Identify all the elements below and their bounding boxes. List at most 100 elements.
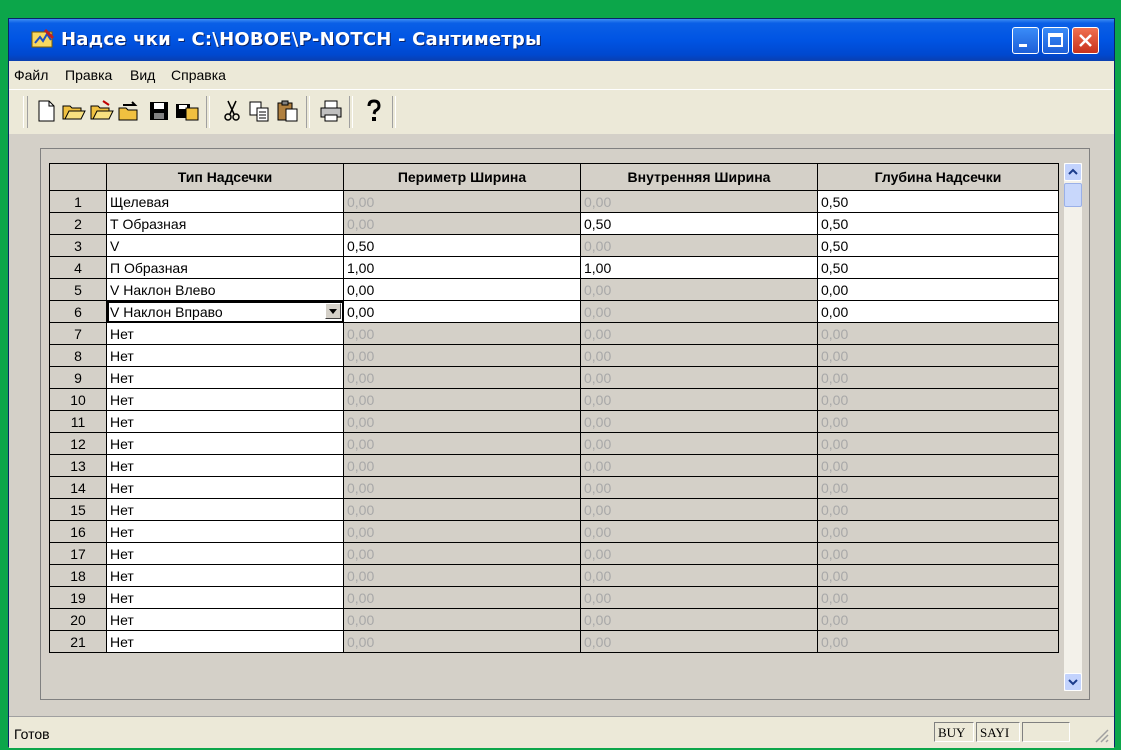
row-number[interactable]: 14: [49, 476, 107, 499]
row-number[interactable]: 10: [49, 388, 107, 411]
copy-icon[interactable]: [247, 98, 273, 124]
row-number[interactable]: 16: [49, 520, 107, 543]
menu-file[interactable]: Файл: [14, 67, 48, 83]
column-header-notch-depth[interactable]: Глубина Надсечки: [817, 163, 1059, 191]
cell-notch-type[interactable]: Нет: [106, 432, 344, 455]
cell-notch-type[interactable]: Нет: [106, 498, 344, 521]
row-number[interactable]: 19: [49, 586, 107, 609]
open-alt-icon[interactable]: [89, 98, 115, 124]
table-row[interactable]: 15 Нет 0,00 0,00 0,00: [49, 498, 1059, 521]
row-number[interactable]: 5: [49, 278, 107, 301]
cell-inner-width[interactable]: 0,50: [580, 212, 818, 235]
row-number[interactable]: 17: [49, 542, 107, 565]
cell-notch-type[interactable]: Нет: [106, 586, 344, 609]
row-number[interactable]: 18: [49, 564, 107, 587]
title-bar[interactable]: Надсе чки - С:\НОВОЕ\Р-NOTCH - Сантиметр…: [9, 19, 1114, 61]
row-number[interactable]: 13: [49, 454, 107, 477]
table-row[interactable]: 5V Наклон Влево 0,00 0,00 0,00: [49, 278, 1059, 301]
cut-icon[interactable]: [219, 98, 245, 124]
row-number[interactable]: 21: [49, 630, 107, 653]
cell-notch-depth[interactable]: 0,00: [817, 300, 1059, 323]
table-row[interactable]: 3 V 0,50 0,00 0,50: [49, 234, 1059, 257]
cell-notch-depth[interactable]: 0,00: [817, 278, 1059, 301]
save-icon[interactable]: [146, 98, 172, 124]
resize-grip-icon[interactable]: [1092, 726, 1110, 744]
table-row[interactable]: 19 Нет 0,00 0,00 0,00: [49, 586, 1059, 609]
cell-notch-depth[interactable]: 0,50: [817, 234, 1059, 257]
row-number[interactable]: 20: [49, 608, 107, 631]
cell-notch-type[interactable]: Нет: [106, 410, 344, 433]
cell-notch-type[interactable]: Нет: [106, 388, 344, 411]
scroll-down-button[interactable]: [1064, 673, 1082, 691]
column-header-perimeter-width[interactable]: Периметр Ширина: [343, 163, 581, 191]
row-number[interactable]: 3: [49, 234, 107, 257]
paste-icon[interactable]: [275, 98, 301, 124]
table-row[interactable]: 2Т Образная 0,00 0,50 0,50: [49, 212, 1059, 235]
row-number[interactable]: 6: [49, 300, 107, 323]
row-number[interactable]: 1: [49, 190, 107, 213]
cell-notch-type[interactable]: Т Образная: [106, 212, 344, 235]
table-row[interactable]: 11 Нет 0,00 0,00 0,00: [49, 410, 1059, 433]
row-number[interactable]: 11: [49, 410, 107, 433]
cell-notch-depth[interactable]: 0,50: [817, 256, 1059, 279]
cell-notch-type[interactable]: Нет: [106, 366, 344, 389]
table-row[interactable]: 7 Нет 0,00 0,00 0,00: [49, 322, 1059, 345]
cell-notch-type[interactable]: Нет: [106, 322, 344, 345]
cell-notch-type[interactable]: Нет: [106, 564, 344, 587]
cell-notch-type[interactable]: Нет: [106, 344, 344, 367]
cell-notch-type[interactable]: Нет: [106, 520, 344, 543]
table-row[interactable]: 12 Нет 0,00 0,00 0,00: [49, 432, 1059, 455]
table-row[interactable]: 18 Нет 0,00 0,00 0,00: [49, 564, 1059, 587]
cell-notch-depth[interactable]: 0,50: [817, 212, 1059, 235]
save-as-icon[interactable]: [174, 98, 200, 124]
row-number[interactable]: 15: [49, 498, 107, 521]
cell-notch-depth[interactable]: 0,50: [817, 190, 1059, 213]
toolbar-gripper[interactable]: [23, 96, 28, 128]
row-number[interactable]: 2: [49, 212, 107, 235]
table-row[interactable]: 21 Нет 0,00 0,00 0,00: [49, 630, 1059, 653]
import-icon[interactable]: [117, 98, 143, 124]
row-number[interactable]: 4: [49, 256, 107, 279]
table-row[interactable]: 6V Наклон Вправо 0,00 0,00 0,00: [49, 300, 1059, 323]
table-row[interactable]: 9 Нет 0,00 0,00 0,00: [49, 366, 1059, 389]
scroll-thumb[interactable]: [1064, 183, 1082, 207]
cell-notch-type[interactable]: Нет: [106, 542, 344, 565]
print-icon[interactable]: [318, 98, 344, 124]
corner-header[interactable]: [49, 163, 107, 191]
cell-perimeter-width[interactable]: 0,50: [343, 234, 581, 257]
maximize-button[interactable]: [1042, 27, 1069, 54]
scroll-up-button[interactable]: [1064, 163, 1082, 181]
row-number[interactable]: 7: [49, 322, 107, 345]
cell-notch-type[interactable]: V Наклон Влево: [106, 278, 344, 301]
cell-perimeter-width[interactable]: 0,00: [343, 278, 581, 301]
notch-type-dropdown[interactable]: V Наклон Вправо: [106, 300, 344, 323]
cell-inner-width[interactable]: 1,00: [580, 256, 818, 279]
new-file-icon[interactable]: [33, 98, 59, 124]
cell-notch-type[interactable]: Нет: [106, 630, 344, 653]
open-icon[interactable]: [61, 98, 87, 124]
cell-perimeter-width[interactable]: 1,00: [343, 256, 581, 279]
row-number[interactable]: 12: [49, 432, 107, 455]
table-row[interactable]: 10 Нет 0,00 0,00 0,00: [49, 388, 1059, 411]
table-row[interactable]: 16 Нет 0,00 0,00 0,00: [49, 520, 1059, 543]
cell-perimeter-width[interactable]: 0,00: [343, 300, 581, 323]
menu-edit[interactable]: Правка: [65, 67, 112, 83]
cell-notch-type[interactable]: Щелевая: [106, 190, 344, 213]
cell-notch-type[interactable]: V: [106, 234, 344, 257]
row-number[interactable]: 8: [49, 344, 107, 367]
minimize-button[interactable]: [1012, 27, 1039, 54]
table-row[interactable]: 13 Нет 0,00 0,00 0,00: [49, 454, 1059, 477]
menu-help[interactable]: Справка: [171, 67, 226, 83]
column-header-type[interactable]: Тип Надсечки: [106, 163, 344, 191]
table-row[interactable]: 4П Образная 1,00 1,00 0,50: [49, 256, 1059, 279]
cell-notch-type[interactable]: Нет: [106, 608, 344, 631]
table-row[interactable]: 20 Нет 0,00 0,00 0,00: [49, 608, 1059, 631]
vertical-scrollbar[interactable]: [1064, 163, 1082, 691]
close-button[interactable]: [1072, 27, 1099, 54]
row-number[interactable]: 9: [49, 366, 107, 389]
menu-view[interactable]: Вид: [130, 67, 155, 83]
chevron-down-icon[interactable]: [325, 303, 341, 319]
cell-notch-type[interactable]: Нет: [106, 476, 344, 499]
column-header-inner-width[interactable]: Внутренняя Ширина: [580, 163, 818, 191]
table-row[interactable]: 17 Нет 0,00 0,00 0,00: [49, 542, 1059, 565]
